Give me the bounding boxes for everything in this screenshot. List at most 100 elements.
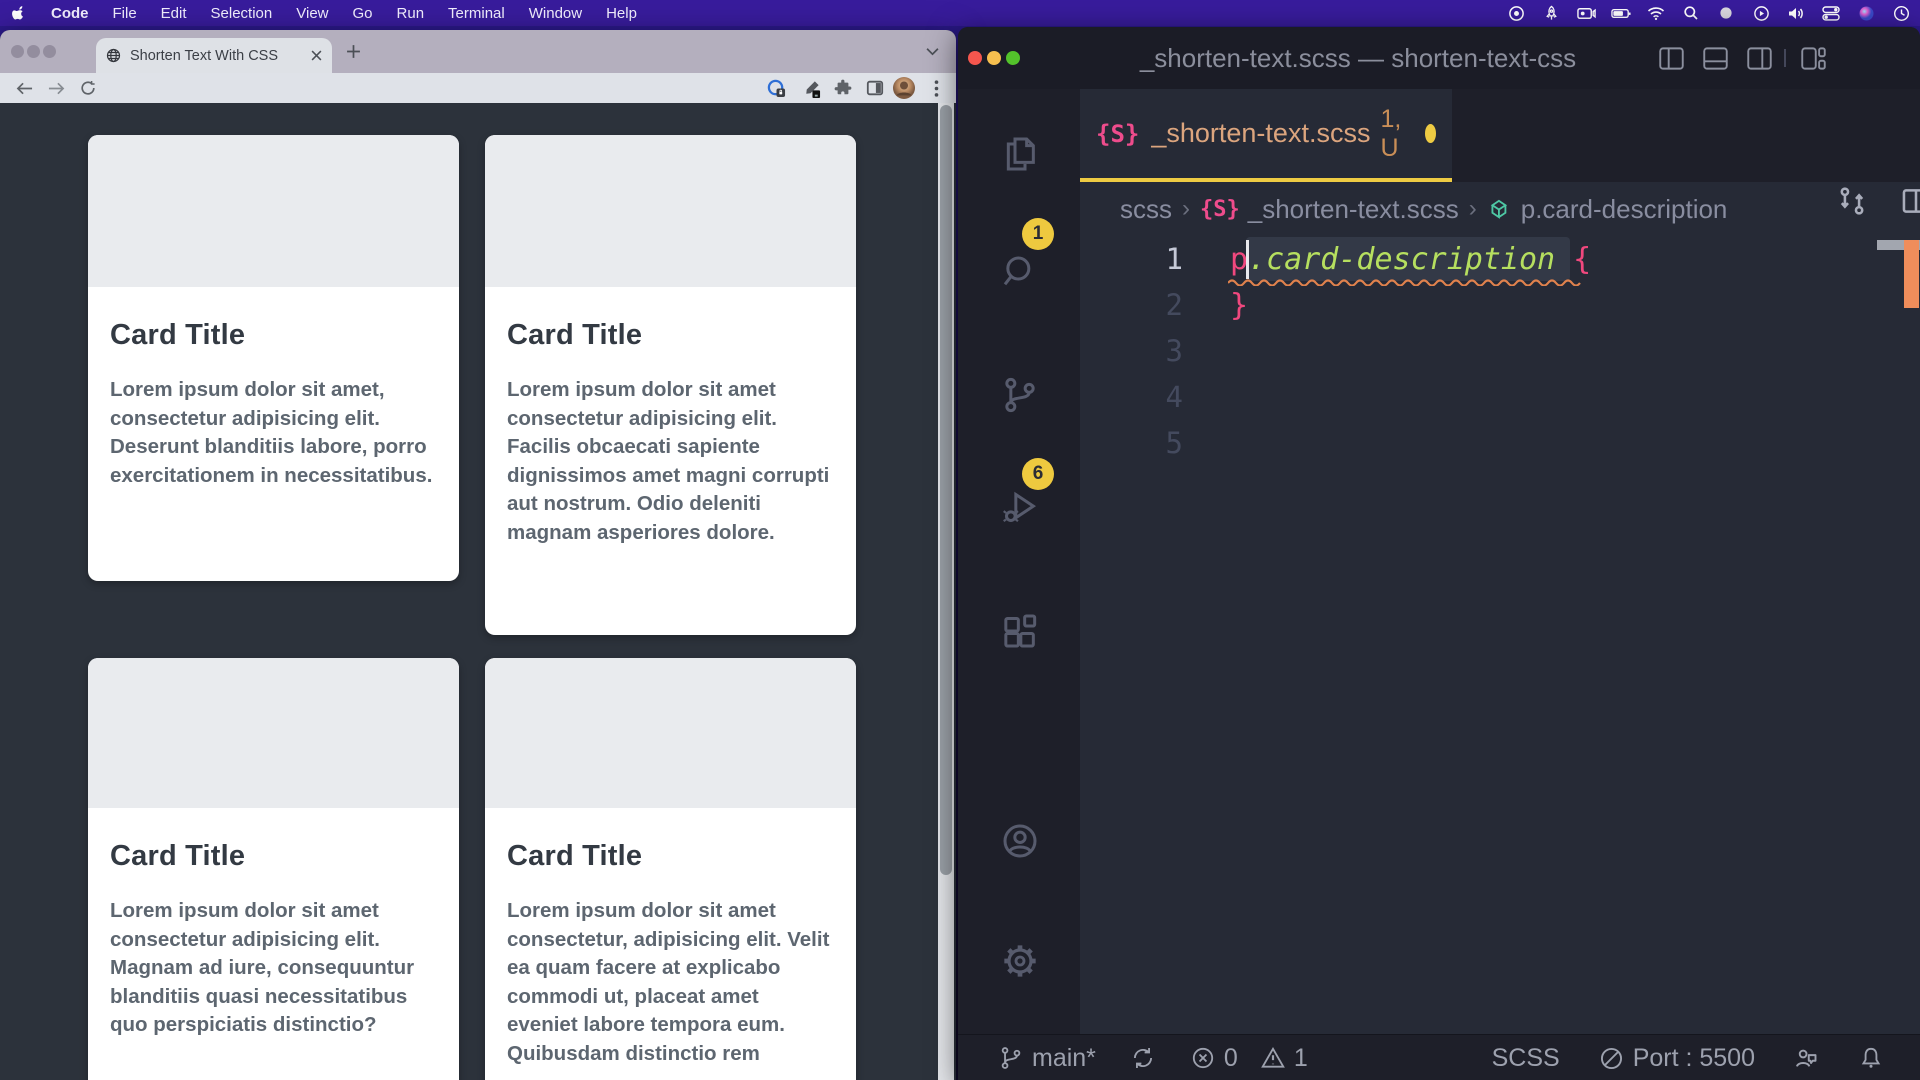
extensions-icon[interactable] [1000,611,1040,651]
browser-tab[interactable]: Shorten Text With CSS [96,38,332,73]
rocket-icon[interactable] [1538,2,1564,24]
back-icon[interactable] [10,73,38,103]
source-control-icon[interactable] [1000,375,1040,415]
overview-ruler-error-mark [1904,240,1919,308]
profile-avatar[interactable] [890,73,918,103]
menu-item-view[interactable]: View [284,5,340,22]
search-icon[interactable] [1000,251,1040,291]
new-tab-button[interactable] [346,44,361,59]
feedback-item[interactable] [1793,1045,1820,1072]
battery-icon[interactable] [1608,2,1634,24]
clock-icon[interactable] [1888,2,1914,24]
errors-icon [1190,1045,1216,1071]
minimize-window-button[interactable] [27,45,40,58]
globe-favicon [106,48,121,63]
source-control-badge: 6 [1022,458,1054,490]
token-open-brace: { [1555,242,1591,277]
feedback-person-icon [1793,1045,1820,1072]
scrollbar-track[interactable] [938,103,954,1080]
menu-item-go[interactable]: Go [341,5,385,22]
apple-menu-icon[interactable] [0,5,39,22]
extensions-puzzle-icon[interactable] [829,73,857,103]
symbol-ruleset-icon [1487,196,1513,222]
close-window-button[interactable] [968,51,982,65]
color-picker-extension-icon[interactable] [797,73,825,103]
code-line-2[interactable]: } [1230,282,1248,328]
breadcrumb-file[interactable]: _shorten-text.scss [1248,194,1459,225]
menu-item-file[interactable]: File [101,5,149,22]
wifi-icon[interactable] [1643,2,1669,24]
menu-item-selection[interactable]: Selection [199,5,285,22]
zoom-window-button[interactable] [43,45,56,58]
control-center-icon[interactable] [1818,2,1844,24]
code-line-1[interactable]: p.card-description { [1230,236,1591,282]
siri-icon[interactable] [1853,2,1879,24]
slash-circle-icon [1598,1045,1625,1072]
branch-name: main* [1032,1044,1096,1073]
warning-count: 1 [1294,1044,1308,1073]
reload-icon[interactable] [74,73,102,103]
menu-item-help[interactable]: Help [594,5,649,22]
toggle-panel-icon[interactable] [1700,44,1730,72]
side-panel-icon[interactable] [861,73,889,103]
zoom-window-button[interactable] [1006,51,1020,65]
editor-tab[interactable]: {S} _shorten-text.scss 1, U [1080,89,1452,182]
password-extension-icon[interactable] [762,73,790,103]
tab-close-icon[interactable] [311,50,322,61]
forward-icon[interactable] [42,73,70,103]
menu-item-edit[interactable]: Edit [149,5,199,22]
problems-item[interactable]: 0 1 [1190,1044,1308,1073]
card-image-placeholder [88,658,459,808]
notifications-item[interactable] [1858,1045,1884,1071]
browser-tab-strip: Shorten Text With CSS [0,30,956,73]
menu-item-window[interactable]: Window [517,5,594,22]
status-dot-icon[interactable] [1713,2,1739,24]
card-description: Lorem ipsum dolor sit amet consectetur a… [507,376,834,547]
language-mode-item[interactable]: SCSS [1492,1044,1560,1073]
token-close-brace: } [1230,288,1248,323]
card: Card Title Lorem ipsum dolor sit amet co… [485,135,856,635]
titlebar-separator [1784,49,1786,67]
record-target-icon[interactable] [1503,2,1529,24]
customize-layout-icon[interactable] [1798,44,1828,72]
breadcrumb-folder[interactable]: scss [1120,194,1172,225]
line-number: 1 [1088,236,1183,282]
sass-file-icon: {S} [1200,197,1240,222]
modified-dot-icon[interactable] [1425,124,1436,143]
scrollbar-thumb[interactable] [940,105,952,875]
menu-item-code[interactable]: Code [39,5,101,22]
toggle-secondary-sidebar-icon[interactable] [1744,44,1774,72]
editor-background [1080,182,1920,1034]
screen-mirroring-icon[interactable] [1748,2,1774,24]
close-window-button[interactable] [11,45,24,58]
language-mode: SCSS [1492,1044,1560,1073]
tab-title: Shorten Text With CSS [130,48,311,64]
breadcrumbs: scss › {S} _shorten-text.scss › p.card-d… [1120,182,1920,236]
status-bar: main* 0 1 SCSS Port : 5500 [958,1034,1920,1080]
live-server-port: Port : 5500 [1633,1044,1755,1073]
git-branch-item[interactable]: main* [998,1044,1096,1073]
card-title: Card Title [507,840,834,873]
line-number: 3 [1088,328,1183,374]
breadcrumb-symbol[interactable]: p.card-description [1521,194,1728,225]
vscode-title-bar: _shorten-text.scss — shorten-text-css [958,27,1920,89]
accounts-icon[interactable] [1000,821,1040,861]
spotlight-search-icon[interactable] [1678,2,1704,24]
tab-search-chevron-icon[interactable] [926,47,939,56]
sync-item[interactable] [1130,1045,1156,1071]
menu-item-run[interactable]: Run [385,5,437,22]
more-menu-kebab-icon[interactable] [922,73,950,103]
browser-toolbar: 127.0.0.1:5500/index.html [0,73,956,103]
tab-filename: _shorten-text.scss [1151,118,1370,149]
settings-gear-icon[interactable] [1000,941,1040,981]
toggle-primary-sidebar-icon[interactable] [1656,44,1686,72]
screen-recording-icon[interactable] [1573,2,1599,24]
menu-item-terminal[interactable]: Terminal [436,5,517,22]
explorer-icon[interactable] [1000,134,1040,174]
chevron-right-icon: › [1182,195,1190,223]
minimize-window-button[interactable] [987,51,1001,65]
run-debug-icon[interactable] [1000,487,1040,527]
live-server-item[interactable]: Port : 5500 [1598,1044,1755,1073]
text-cursor [1246,240,1249,279]
volume-icon[interactable] [1783,2,1809,24]
